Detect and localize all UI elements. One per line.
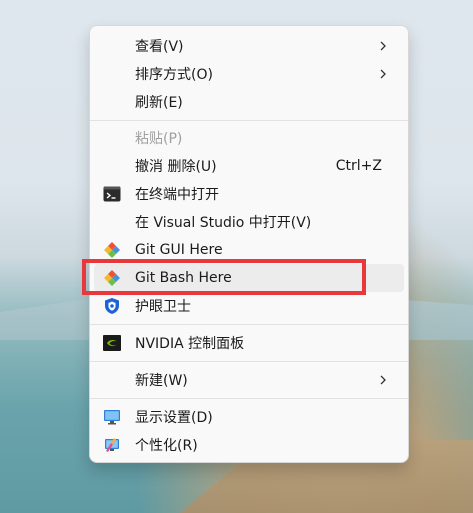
- menu-item-display-settings[interactable]: 显示设置(D): [94, 403, 404, 431]
- shield-eye-icon: [105, 298, 119, 314]
- menu-item-label: NVIDIA 控制面板: [135, 336, 245, 352]
- menu-item-personalize[interactable]: 个性化(R): [94, 431, 404, 459]
- nvidia-logo-icon: [103, 335, 121, 351]
- menu-item-nvidia-control-panel[interactable]: NVIDIA 控制面板: [94, 329, 404, 357]
- menu-item-eye-guard[interactable]: 护眼卫士: [94, 292, 404, 320]
- terminal-icon: [103, 186, 121, 202]
- chevron-right-icon: [380, 41, 386, 51]
- menu-item-label: 在 Visual Studio 中打开(V): [135, 215, 312, 231]
- menu-item-label: 排序方式(O): [135, 67, 213, 83]
- menu-separator: [90, 398, 408, 399]
- menu-item-label: 撤消 删除(U): [135, 159, 217, 175]
- menu-item-label: 在终端中打开: [135, 187, 219, 203]
- menu-item-label: 显示设置(D): [135, 410, 213, 426]
- monitor-icon: [104, 410, 120, 425]
- chevron-right-icon: [380, 375, 386, 385]
- menu-separator: [90, 324, 408, 325]
- menu-item-git-gui[interactable]: Git GUI Here: [94, 236, 404, 264]
- menu-item-label: 新建(W): [135, 373, 188, 389]
- menu-separator: [90, 361, 408, 362]
- git-diamond-icon: [104, 242, 120, 258]
- menu-item-open-terminal[interactable]: 在终端中打开: [94, 180, 404, 208]
- menu-item-paste: 粘贴(P): [94, 124, 404, 152]
- desktop-context-menu: 查看(V) 排序方式(O) 刷新(E) 粘贴(P) 撤消 删除(U) Ctrl+…: [89, 25, 409, 463]
- menu-item-label: 个性化(R): [135, 438, 198, 454]
- menu-item-label: 护眼卫士: [135, 299, 191, 315]
- brush-monitor-icon: [105, 438, 119, 452]
- menu-item-view[interactable]: 查看(V): [94, 32, 404, 60]
- menu-item-label: Git Bash Here: [135, 270, 232, 286]
- menu-item-label: 刷新(E): [135, 95, 183, 111]
- menu-item-sort[interactable]: 排序方式(O): [94, 60, 404, 88]
- menu-item-git-bash[interactable]: Git Bash Here: [94, 264, 404, 292]
- menu-item-label: Git GUI Here: [135, 242, 223, 258]
- menu-item-undo-delete[interactable]: 撤消 删除(U) Ctrl+Z: [94, 152, 404, 180]
- shortcut-label: Ctrl+Z: [335, 158, 382, 174]
- menu-item-label: 查看(V): [135, 39, 184, 55]
- menu-item-new[interactable]: 新建(W): [94, 366, 404, 394]
- menu-item-label: 粘贴(P): [135, 131, 183, 147]
- git-diamond-icon: [104, 270, 120, 286]
- menu-item-refresh[interactable]: 刷新(E): [94, 88, 404, 116]
- menu-separator: [90, 120, 408, 121]
- menu-item-open-visual-studio[interactable]: 在 Visual Studio 中打开(V): [94, 208, 404, 236]
- chevron-right-icon: [380, 69, 386, 79]
